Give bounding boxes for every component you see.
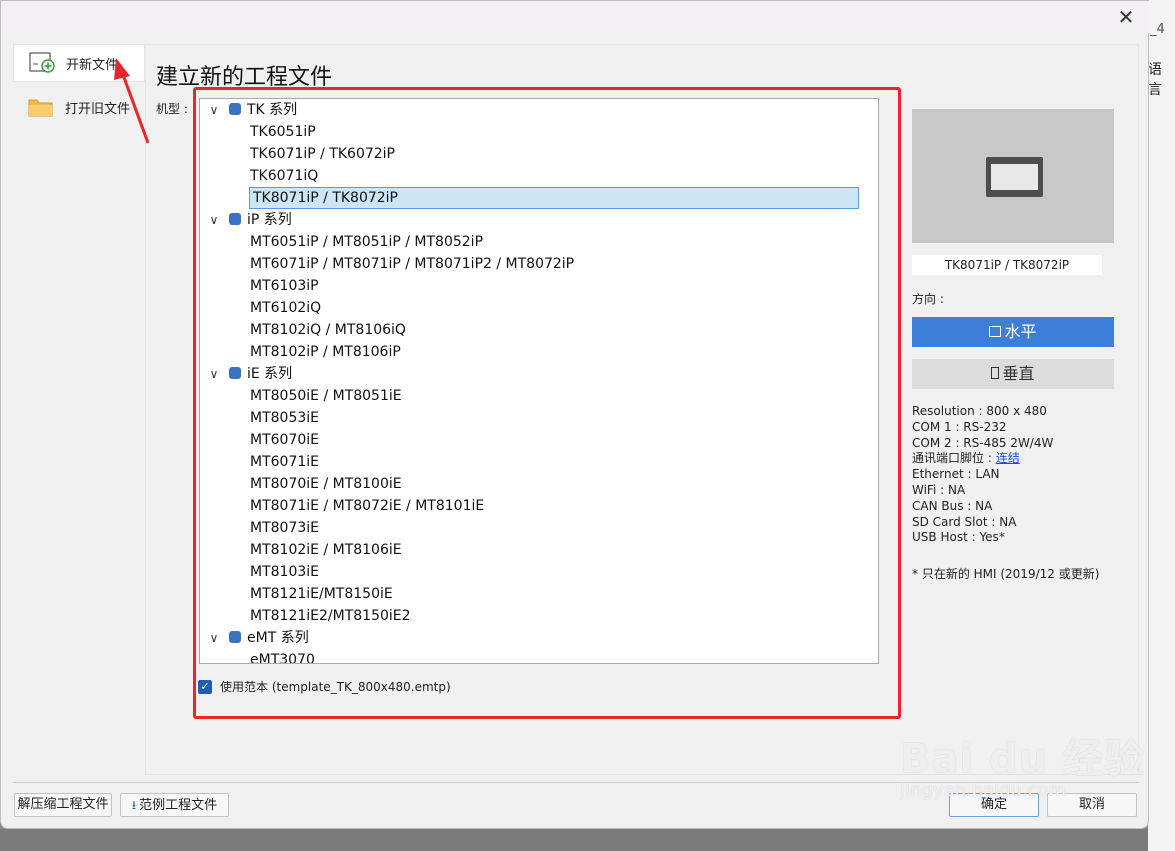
device-screen-icon [986,157,1043,197]
tree-item[interactable]: MT8103iE [250,561,319,583]
sample-project-button[interactable]: ⭳ 范例工程文件 [120,793,229,817]
series-icon [229,367,241,379]
nav-new-file-label: 开新文件 [66,57,119,73]
portrait-icon [991,367,1000,379]
tree-item[interactable]: MT8071iE / MT8072iE / MT8101iE [250,495,484,517]
chevron-down-icon[interactable]: ∨ [205,99,223,121]
background-fragment: _4 [1150,22,1165,37]
tree-item[interactable]: MT8070iE / MT8100iE [250,473,402,495]
spec-sdcard: SD Card Slot : NA [912,514,1017,529]
tree-item[interactable]: MT8102iE / MT8106iE [250,539,402,561]
ok-button[interactable]: 确定 [949,793,1039,817]
horizontal-button[interactable]: 水平 [912,317,1114,347]
footer-divider [13,782,1139,783]
tree-item[interactable]: MT6103iP [250,275,319,297]
spec-list: Resolution : 800 x 480 COM 1 : RS-232 CO… [912,404,1053,546]
template-checkbox-label: 使用范本 (template_TK_800x480.emtp) [220,680,451,694]
tree-item[interactable]: MT6051iP / MT8051iP / MT8052iP [250,231,483,253]
vertical-button[interactable]: 垂直 [912,359,1114,389]
page-title: 建立新的工程文件 [156,65,333,90]
tree-item[interactable]: MT6071iE [250,451,319,473]
close-button[interactable]: ✕ [1113,4,1139,30]
tree-item[interactable]: MT8073iE [250,517,319,539]
tree-item[interactable]: MT8121iE/MT8150iE [250,583,393,605]
landscape-icon [989,326,1002,337]
series-icon [229,213,241,225]
tree-group-label: iP 系列 [247,212,292,228]
nav-new-file[interactable]: 开新文件 [13,44,145,82]
model-tree[interactable]: ∨ TK 系列 TK6051iP TK6071iP / TK6072iP TK6071i… [199,98,879,664]
spec-com2: COM 2 : RS-485 2W/4W [912,435,1054,450]
tree-item[interactable]: MT8102iP / MT8106iP [250,341,401,363]
tree-item[interactable]: MT6070iE [250,429,319,451]
model-label: 机型 : [156,102,188,116]
background-window-strip: _4 语言 [1148,0,1175,851]
tree-item[interactable]: TK6071iQ [250,165,318,187]
folder-icon [27,95,55,119]
spec-resolution: Resolution : 800 x 480 [912,404,1047,418]
cancel-button[interactable]: 取消 [1047,793,1137,817]
tree-group[interactable]: ∨ iP 系列 [205,209,292,231]
spec-pin-label: 通讯端口脚位 : [912,451,992,466]
tree-group[interactable]: ∨ iE 系列 [205,363,293,385]
spec-wifi: WiFi : NA [912,482,966,497]
spec-canbus: CAN Bus : NA [912,498,993,513]
pin-link[interactable]: 连结 [996,451,1020,465]
sample-project-label: 范例工程文件 [139,798,218,813]
chevron-down-icon[interactable]: ∨ [205,363,223,385]
orientation-label: 方向 : [912,292,944,306]
tree-item-selected[interactable]: TK8071iP / TK8072iP [249,187,859,209]
device-preview [912,109,1114,243]
tree-group-label: eMT 系列 [247,630,309,646]
new-project-dialog: ✕ 开新文件 打开旧文件 建立新的工程文件 机型: ∨ TK 系列 TK605… [0,0,1149,829]
spec-note: * 只在新的 HMI (2019/12 或更新) [912,567,1100,581]
series-icon [229,631,241,643]
template-checkbox-row[interactable]: ✓ 使用范本 (template_TK_800x480.emtp) [198,678,451,695]
nav-open-file-label: 打开旧文件 [65,101,131,117]
tree-item[interactable]: MT6102iQ [250,297,321,319]
background-language-fragment: 语言 [1148,62,1162,98]
tree-item[interactable]: TK6071iP / TK6072iP [250,143,395,165]
download-icon: ⭳ [131,798,137,812]
spec-ethernet: Ethernet : LAN [912,467,1000,482]
tree-group-label: TK 系列 [247,102,298,118]
left-nav: 开新文件 打开旧文件 [13,44,145,775]
unzip-project-button[interactable]: 解压缩工程文件 [14,793,112,817]
spec-usbhost: USB Host : Yes* [912,530,1005,545]
spec-pin: 通讯端口脚位 : 连结 [912,451,1053,467]
tree-item[interactable]: MT8121iE2/MT8150iE2 [250,605,411,627]
tree-group-label: iE 系列 [247,366,293,382]
chevron-down-icon[interactable]: ∨ [205,627,223,649]
background-desktop [0,829,1148,851]
tree-item[interactable]: MT8102iQ / MT8106iQ [250,319,406,341]
series-icon [229,103,241,115]
chevron-down-icon[interactable]: ∨ [205,209,223,231]
tree-item[interactable]: MT8050iE / MT8051iE [250,385,402,407]
tree-item[interactable]: MT8053iE [250,407,319,429]
vertical-label: 垂直 [1002,364,1035,383]
nav-open-file[interactable]: 打开旧文件 [13,88,145,126]
dialog-titlebar: ✕ [1,1,1149,33]
tree-item[interactable]: eMT3070 [250,649,315,663]
template-checkbox[interactable]: ✓ [198,679,212,694]
tree-group[interactable]: ∨ eMT 系列 [205,627,309,649]
tree-group[interactable]: ∨ TK 系列 [205,99,298,121]
tree-item[interactable]: MT6071iP / MT8071iP / MT8071iP2 / MT8072… [250,253,574,275]
tree-item[interactable]: TK6051iP [250,121,316,143]
horizontal-label: 水平 [1004,322,1037,341]
main-panel: 建立新的工程文件 机型 : ∨ TK 系列 TK6051iP TK6071iP / T… [145,44,1139,775]
selected-model-name: TK8071iP / TK8072iP [912,255,1102,275]
spec-com1: COM 1 : RS-232 [912,419,1007,434]
new-file-icon [28,51,56,75]
